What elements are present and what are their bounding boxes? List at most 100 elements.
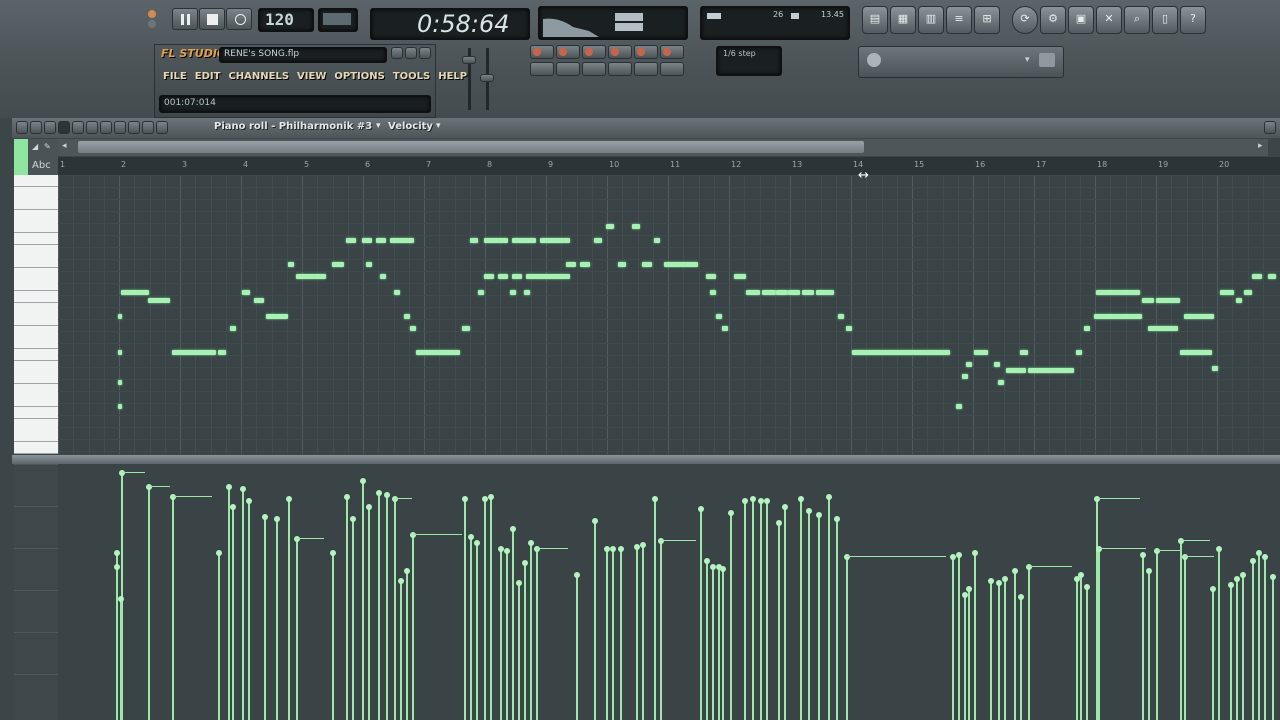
midi-note[interactable]: [1094, 314, 1142, 319]
playlist-button[interactable]: ▤: [862, 6, 888, 34]
slice-icon[interactable]: [114, 121, 126, 134]
blend-toggle[interactable]: [634, 45, 658, 59]
velocity-bar[interactable]: [1178, 538, 1184, 720]
midi-note[interactable]: [121, 290, 149, 295]
velocity-bar[interactable]: [1210, 586, 1216, 720]
midi-note[interactable]: [594, 238, 602, 243]
midi-note[interactable]: [404, 314, 410, 319]
velocity-bar[interactable]: [294, 536, 300, 720]
velocity-bar[interactable]: [146, 484, 152, 720]
midi-note[interactable]: [566, 262, 576, 267]
piano-key[interactable]: [14, 314, 58, 327]
mixer-button[interactable]: ≡: [946, 6, 972, 34]
velocity-bar[interactable]: [410, 532, 416, 720]
midi-note[interactable]: [118, 380, 122, 385]
velocity-bar[interactable]: [604, 546, 610, 720]
velocity-bar[interactable]: [956, 552, 962, 720]
overdub-toggle[interactable]: [660, 62, 684, 76]
zoom-slider[interactable]: [14, 139, 28, 175]
midi-note[interactable]: [380, 274, 386, 279]
velocity-bar[interactable]: [996, 580, 1002, 720]
midi-note[interactable]: [716, 314, 722, 319]
piano-keyboard-toggle[interactable]: [556, 62, 580, 76]
delete-icon[interactable]: [86, 121, 98, 134]
velocity-bar[interactable]: [392, 496, 398, 720]
velocity-bar[interactable]: [516, 580, 522, 720]
menu-tools[interactable]: TOOLS: [393, 71, 430, 87]
close-icon[interactable]: [1264, 121, 1276, 134]
velocity-bar[interactable]: [1270, 574, 1276, 720]
velocity-bar[interactable]: [1262, 554, 1268, 720]
velocity-bar[interactable]: [834, 516, 840, 720]
menu-channels[interactable]: CHANNELS: [228, 71, 289, 87]
midi-note[interactable]: [1184, 314, 1214, 319]
midi-note[interactable]: [1142, 298, 1154, 303]
velocity-bar[interactable]: [1026, 564, 1032, 720]
velocity-bar[interactable]: [1240, 572, 1246, 720]
velocity-bar[interactable]: [330, 550, 336, 720]
arrow-icon[interactable]: ◢: [32, 142, 38, 151]
velocity-bar[interactable]: [764, 498, 770, 720]
velocity-bar[interactable]: [1012, 568, 1018, 720]
auto-scroll-toggle[interactable]: [582, 62, 606, 76]
piano-key[interactable]: [14, 349, 58, 361]
piano-key[interactable]: [14, 175, 58, 187]
velocity-bar[interactable]: [658, 538, 664, 720]
velocity-bar[interactable]: [360, 478, 366, 720]
midi-note[interactable]: [1076, 350, 1082, 355]
velocity-bar[interactable]: [816, 512, 822, 720]
select-icon[interactable]: [128, 121, 140, 134]
velocity-lane[interactable]: [58, 464, 1280, 720]
velocity-bar[interactable]: [720, 566, 726, 720]
velocity-bar[interactable]: [522, 560, 528, 720]
browser-button[interactable]: ⊞: [974, 6, 1000, 34]
pattern-song-switch[interactable]: [140, 8, 164, 30]
velocity-bar[interactable]: [170, 494, 176, 720]
midi-note[interactable]: [974, 350, 988, 355]
velocity-bar[interactable]: [758, 498, 764, 720]
piano-key[interactable]: [14, 360, 58, 373]
velocity-bar[interactable]: [226, 484, 232, 720]
midi-note[interactable]: [266, 314, 288, 319]
midi-note[interactable]: [118, 350, 122, 355]
midi-note[interactable]: [606, 224, 614, 229]
piano-key[interactable]: [14, 302, 58, 315]
midi-note[interactable]: [962, 374, 968, 379]
velocity-bar[interactable]: [950, 554, 956, 720]
velocity-bar[interactable]: [1256, 550, 1262, 720]
loop-record-toggle[interactable]: [660, 45, 684, 59]
velocity-bar[interactable]: [1250, 558, 1256, 720]
velocity-bar[interactable]: [482, 496, 488, 720]
velocity-bar[interactable]: [972, 550, 978, 720]
velocity-bar[interactable]: [230, 504, 236, 720]
step-edit-toggle[interactable]: [608, 45, 632, 59]
velocity-bar[interactable]: [114, 564, 120, 720]
scroll-left-icon[interactable]: ◂: [62, 141, 67, 151]
velocity-bar[interactable]: [498, 546, 504, 720]
midi-note[interactable]: [1084, 326, 1090, 331]
velocity-bar[interactable]: [1074, 576, 1080, 720]
midi-note[interactable]: [1096, 290, 1140, 295]
midi-note[interactable]: [1212, 366, 1218, 371]
midi-note[interactable]: [512, 238, 536, 243]
velocity-bar[interactable]: [634, 544, 640, 720]
piano-keyboard[interactable]: [14, 175, 58, 454]
midi-note[interactable]: [366, 262, 372, 267]
midi-note[interactable]: [332, 262, 344, 267]
velocity-bar[interactable]: [1182, 554, 1188, 720]
horizontal-scrollbar[interactable]: ◂ ▸: [58, 139, 1268, 156]
velocity-bar[interactable]: [640, 542, 646, 720]
velocity-bar[interactable]: [826, 494, 832, 720]
note-grid[interactable]: [58, 175, 1280, 454]
velocity-bar[interactable]: [988, 578, 994, 720]
midi-note[interactable]: [710, 290, 716, 295]
midi-note[interactable]: [376, 238, 386, 243]
options-menu-icon[interactable]: [16, 121, 28, 134]
help-icon[interactable]: ?: [1180, 6, 1206, 34]
piano-key[interactable]: [14, 256, 58, 269]
midi-note[interactable]: [618, 262, 626, 267]
velocity-bar[interactable]: [504, 548, 510, 720]
piano-key[interactable]: [14, 291, 58, 303]
velocity-bar[interactable]: [286, 496, 292, 720]
draw-icon[interactable]: [58, 121, 70, 134]
